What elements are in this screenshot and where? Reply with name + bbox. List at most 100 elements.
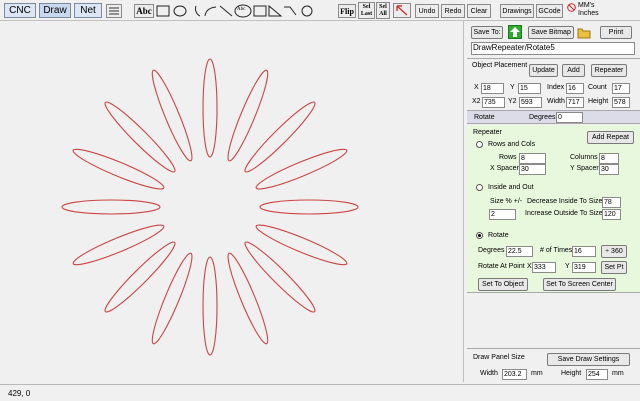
petal[interactable] <box>71 220 167 270</box>
increase-field[interactable]: 120 <box>602 209 621 220</box>
redo-button[interactable]: Redo <box>441 4 465 18</box>
y-spacer-label: Y Spacer <box>570 165 599 172</box>
y2-field[interactable]: 593 <box>519 97 542 108</box>
rotate-section: Rotate Degrees 0 <box>467 110 640 124</box>
update-button[interactable]: Update <box>529 64 558 77</box>
petal[interactable] <box>254 220 350 270</box>
size-label: Size % +/- <box>490 198 523 205</box>
panel-height-field[interactable]: 254 <box>586 369 608 380</box>
sel-all-button[interactable]: Sel All <box>376 2 390 19</box>
clear-button[interactable]: Clear <box>467 4 491 18</box>
drawing-name-field[interactable]: DrawRepeater/Rotate5 <box>471 42 635 55</box>
print-button[interactable]: Print <box>600 26 632 39</box>
tab-draw[interactable]: Draw <box>39 3 71 18</box>
point-x-label: X <box>527 263 532 270</box>
rows-label: Rows <box>499 154 517 161</box>
rotate-radio[interactable] <box>476 232 483 239</box>
folder-icon[interactable] <box>577 26 591 39</box>
panel-width-unit: mm <box>531 370 543 377</box>
x-spacer-field[interactable]: 30 <box>519 164 546 175</box>
petal[interactable] <box>147 251 197 347</box>
set-pt-button[interactable]: Set Pt <box>601 261 627 274</box>
add-button[interactable]: Add <box>562 64 585 77</box>
repeater-degrees-label: Degrees <box>478 247 505 254</box>
tab-net[interactable]: Net <box>74 3 102 18</box>
y-label: Y <box>510 84 515 91</box>
save-arrow-icon[interactable] <box>508 25 522 39</box>
x2-field[interactable]: 735 <box>482 97 505 108</box>
arc-tool-icon[interactable] <box>195 5 201 17</box>
petal[interactable] <box>61 199 161 215</box>
circle-tool-icon[interactable] <box>173 5 187 17</box>
petal[interactable] <box>100 97 179 176</box>
decrease-field[interactable]: 78 <box>602 197 621 208</box>
y-spacer-field[interactable]: 30 <box>599 164 619 175</box>
polyline-tool-icon[interactable] <box>284 6 297 16</box>
units-toggle[interactable]: MM's Inches <box>566 2 606 20</box>
divide-360-button[interactable]: ÷ 360 <box>601 245 627 258</box>
rows-cols-radio[interactable] <box>476 141 483 148</box>
repeater-title: Repeater <box>473 129 502 136</box>
set-to-screen-center-button[interactable]: Set To Screen Center <box>543 278 616 291</box>
petal[interactable] <box>259 199 359 215</box>
columns-field[interactable]: 8 <box>599 153 619 164</box>
repeater-section: Repeater Add Repeat Rows and Cols Rows 8… <box>467 125 640 293</box>
repeater-degrees-field[interactable]: 22.5 <box>506 246 533 257</box>
point-x-field[interactable]: 333 <box>532 262 556 273</box>
undo-button[interactable]: Undo <box>415 4 439 18</box>
height-field[interactable]: 578 <box>612 97 630 108</box>
inside-out-radio[interactable] <box>476 184 483 191</box>
rotate-at-point-label: Rotate At Point <box>478 263 525 270</box>
save-draw-settings-button[interactable]: Save Draw Settings <box>547 353 630 366</box>
drawing-canvas[interactable] <box>4 21 464 382</box>
pointer-button[interactable] <box>393 3 411 18</box>
gcode-button[interactable]: GCode <box>536 4 563 18</box>
index-field[interactable]: 16 <box>566 83 584 94</box>
petal[interactable] <box>254 144 350 194</box>
rectangle-tool-icon[interactable] <box>156 5 170 17</box>
sel-last-button[interactable]: Sel Last <box>358 2 375 19</box>
rotate-radio-label: Rotate <box>488 232 509 239</box>
save-to-button[interactable]: Save To: <box>471 26 503 39</box>
flip-button[interactable]: Flip <box>338 4 356 18</box>
times-label: # of Times <box>540 247 573 254</box>
x-spacer-label: X Spacer <box>490 165 519 172</box>
menu-icon[interactable] <box>106 4 122 18</box>
petal[interactable] <box>223 68 273 164</box>
petal[interactable] <box>202 58 218 158</box>
rows-cols-label: Rows and Cols <box>488 141 536 148</box>
petal[interactable] <box>223 251 273 347</box>
petal[interactable] <box>147 68 197 164</box>
petal[interactable] <box>202 256 218 356</box>
width-field[interactable]: 717 <box>566 97 584 108</box>
count-field[interactable]: 17 <box>612 83 630 94</box>
y-field[interactable]: 15 <box>518 83 541 94</box>
times-field[interactable]: 16 <box>572 246 596 257</box>
toolbar: CNC Draw Net Abc Abc Flip Sel Last Sel A… <box>0 0 640 21</box>
panel-width-field[interactable]: 203.2 <box>502 369 527 380</box>
save-bitmap-button[interactable]: Save Bitmap <box>528 26 574 39</box>
tab-cnc[interactable]: CNC <box>4 3 36 18</box>
draw-panel-size-title: Draw Panel Size <box>473 354 525 361</box>
rotate-degrees-field[interactable]: 0 <box>556 112 583 123</box>
set-to-object-button[interactable]: Set To Object <box>478 278 528 291</box>
drawings-button[interactable]: Drawings <box>500 4 534 18</box>
x-field[interactable]: 18 <box>481 83 504 94</box>
rect-tool-2-icon[interactable] <box>253 5 267 17</box>
text-tool-button[interactable]: Abc <box>134 4 154 18</box>
petal[interactable] <box>100 237 179 316</box>
status-bar: 429, 0 <box>0 384 640 401</box>
line-tool-icon[interactable] <box>219 5 233 17</box>
add-repeat-button[interactable]: Add Repeat <box>587 131 634 144</box>
repeater-button[interactable]: Repeater <box>591 64 627 77</box>
petal[interactable] <box>240 237 319 316</box>
rows-field[interactable]: 8 <box>519 153 546 164</box>
petal[interactable] <box>71 144 167 194</box>
petal[interactable] <box>240 97 319 176</box>
triangle-tool-icon[interactable] <box>268 4 283 17</box>
units-mm-label: MM's <box>578 2 595 9</box>
gear-icon[interactable] <box>301 5 313 17</box>
point-y-field[interactable]: 319 <box>572 262 596 273</box>
curve-tool-icon[interactable] <box>204 6 217 17</box>
size-field[interactable]: 2 <box>489 209 516 220</box>
